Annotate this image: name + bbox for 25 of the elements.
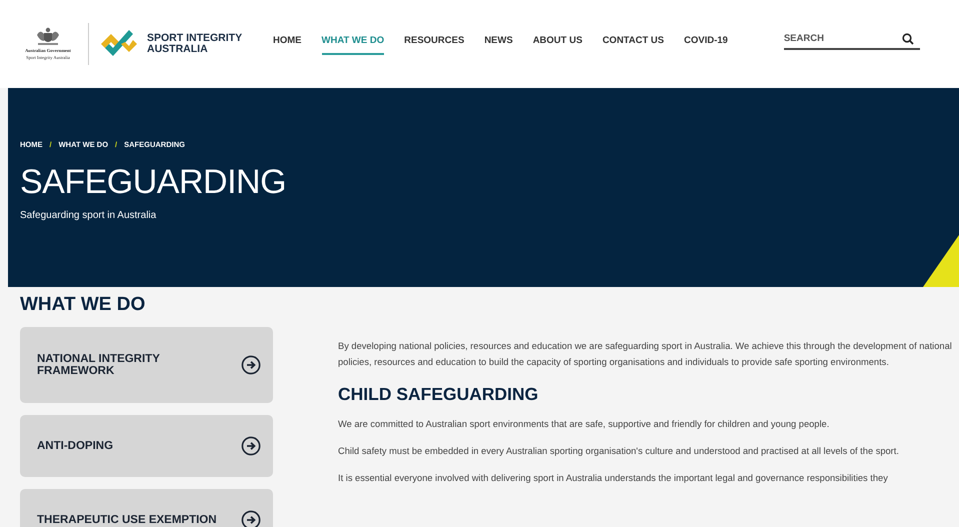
nav-link[interactable]: NEWS bbox=[484, 28, 513, 54]
paragraph: By developing national policies, resources and education we are safeguarding sport in Australia. We achieve this through the development of national policies, resources and education to build the capacity of sporting organisations and individuals to provide safe sporting environments. bbox=[338, 340, 953, 369]
page-title: SAFEGUARDING bbox=[20, 163, 288, 201]
arrow-circle-icon bbox=[241, 355, 261, 375]
section-heading: CHILD SAFEGUARDING bbox=[338, 383, 540, 405]
search-icon[interactable] bbox=[902, 32, 914, 44]
paragraph: It is essential everyone involved with delivering sport in Australia understands the important legal and governance responsibilities they bbox=[338, 472, 889, 485]
sidebar-link[interactable]: THERAPEUTIC USE EXEMPTION bbox=[20, 489, 273, 527]
nav-link[interactable]: ABOUT US bbox=[532, 28, 582, 54]
nav-link[interactable]: COVID-19 bbox=[684, 28, 728, 54]
corner-triangle-drawing bbox=[923, 235, 959, 287]
search-field[interactable]: SEARCH bbox=[784, 32, 920, 50]
nav-link[interactable]: WHAT WE DO bbox=[322, 28, 384, 54]
nav-link[interactable]: HOME bbox=[273, 28, 302, 54]
brand-name: AUSTRALIA bbox=[147, 44, 209, 55]
nav-link[interactable]: CONTACT US bbox=[602, 28, 664, 54]
paragraph: We are committed to Australian sport environments that are safe, supportive and friendly for children and young people. bbox=[338, 418, 830, 431]
sidebar-heading: WHAT WE DO bbox=[20, 293, 146, 317]
arrow-circle-icon bbox=[241, 436, 261, 456]
sidebar-link[interactable]: NATIONAL INTEGRITY FRAMEWORK bbox=[20, 327, 273, 403]
paragraph: Child safety must be embedded in every Australian sporting organisation's culture and understood and practised at all levels of the sport. bbox=[338, 445, 900, 458]
nav-link[interactable]: RESOURCES bbox=[404, 28, 464, 54]
brand-name: SPORT INTEGRITY bbox=[147, 33, 244, 44]
page-subtitle: Safeguarding sport in Australia bbox=[20, 210, 158, 221]
sidebar-link[interactable]: ANTI-DOPING bbox=[20, 415, 273, 477]
